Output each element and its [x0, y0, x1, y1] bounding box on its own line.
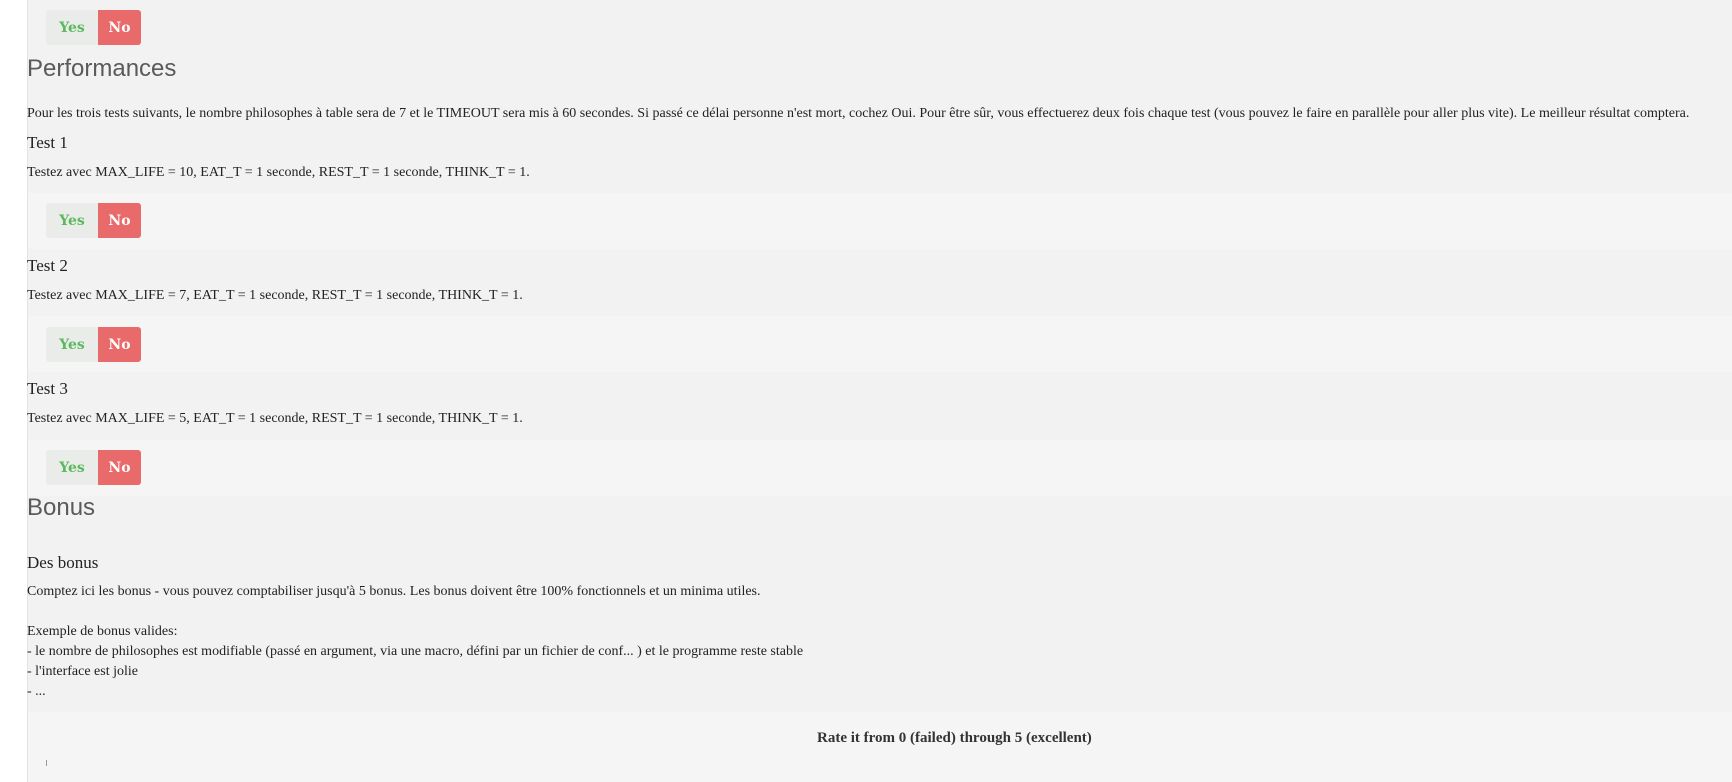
test-1-answer-band [28, 193, 1732, 249]
yes-no-toggle: Yes No [46, 10, 141, 45]
test-1-title: Test 1 [27, 133, 68, 152]
test-2-no-button[interactable]: No [98, 327, 141, 362]
section-title-bonus: Bonus [27, 494, 96, 521]
test-1-yes-no-toggle: Yes No [46, 203, 141, 238]
bonus-example-item: - l'interface est jolie [27, 664, 138, 679]
test-1-yes-button[interactable]: Yes [46, 203, 98, 238]
bonus-subtitle: Des bonus [27, 553, 99, 572]
performances-intro: Pour les trois tests suivants, le nombre… [27, 106, 1690, 121]
evaluation-content: Yes No Performances Pour les trois tests… [27, 0, 1732, 782]
rating-slider[interactable] [46, 760, 47, 766]
rating-panel [28, 712, 1732, 782]
test-3-title: Test 3 [27, 379, 68, 398]
no-button[interactable]: No [98, 10, 141, 45]
bonus-example-item: - ... [27, 684, 46, 699]
test-2-yes-no-toggle: Yes No [46, 327, 141, 362]
bonus-example-item: - le nombre de philosophes est modifiabl… [27, 644, 804, 659]
test-3-yes-button[interactable]: Yes [46, 450, 98, 485]
test-1-no-button[interactable]: No [98, 203, 141, 238]
test-3-no-button[interactable]: No [98, 450, 141, 485]
test-2-title: Test 2 [27, 256, 68, 275]
test-2-yes-button[interactable]: Yes [46, 327, 98, 362]
yes-button[interactable]: Yes [46, 10, 98, 45]
rating-label: Rate it from 0 (failed) through 5 (excel… [817, 730, 1092, 746]
test-2-answer-band [28, 316, 1732, 372]
test-3-yes-no-toggle: Yes No [46, 450, 141, 485]
bonus-description: Comptez ici les bonus - vous pouvez comp… [27, 584, 761, 599]
test-1-description: Testez avec MAX_LIFE = 10, EAT_T = 1 sec… [27, 165, 530, 180]
bonus-examples-heading: Exemple de bonus valides: [27, 624, 178, 639]
section-title-performances: Performances [27, 55, 177, 82]
test-2-description: Testez avec MAX_LIFE = 7, EAT_T = 1 seco… [27, 288, 523, 303]
test-3-answer-band [28, 440, 1732, 496]
test-3-description: Testez avec MAX_LIFE = 5, EAT_T = 1 seco… [27, 411, 523, 426]
